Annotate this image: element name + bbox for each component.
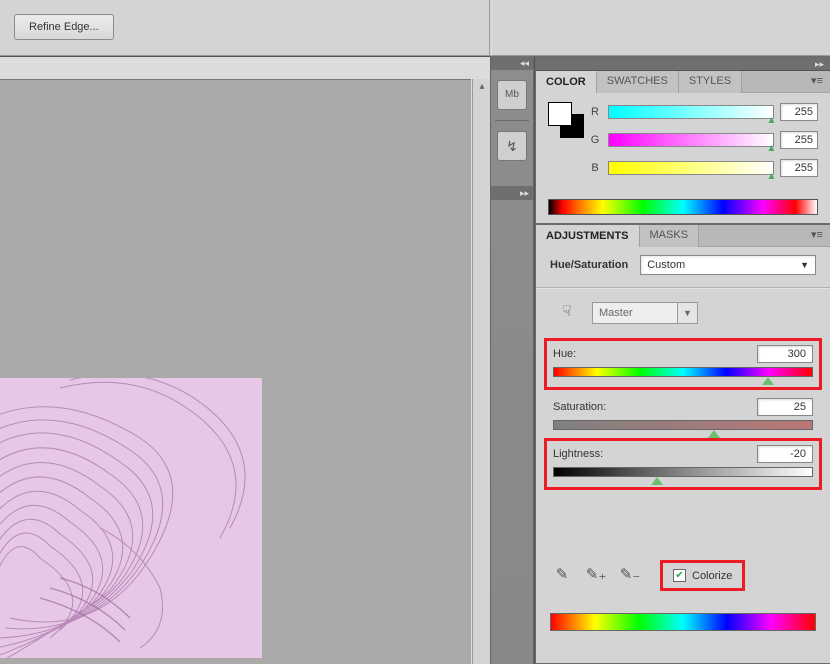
dock-separator bbox=[495, 120, 529, 121]
collapsed-dock: ◂◂ Mb ↯ ▸▸ bbox=[490, 56, 534, 664]
option-bar: Refine Edge... bbox=[0, 0, 830, 56]
tab-styles[interactable]: STYLES bbox=[679, 71, 742, 93]
green-row: G ▲ 255 bbox=[588, 129, 818, 151]
vertical-scrollbar[interactable]: ▴ bbox=[472, 79, 490, 664]
blue-input[interactable]: 255 bbox=[780, 159, 818, 177]
tab-swatches[interactable]: SWATCHES bbox=[597, 71, 679, 93]
color-panel-body: R ▲ 255 G ▲ 255 B ▲ 255 bbox=[536, 93, 830, 195]
dock-icon-mb[interactable]: Mb bbox=[497, 80, 527, 110]
green-slider[interactable]: ▲ bbox=[608, 133, 774, 147]
color-panel: ▸▸ COLOR SWATCHES STYLES ▾≡ R ▲ 255 G ▲ … bbox=[535, 56, 830, 224]
separator bbox=[536, 287, 830, 288]
eyedropper-row: ✎ ✎₊ ✎₋ ✔ Colorize bbox=[550, 560, 816, 591]
saturation-thumb[interactable] bbox=[708, 430, 720, 438]
lightness-group: Lightness: -20 bbox=[544, 438, 822, 490]
lightness-label: Lightness: bbox=[553, 448, 603, 460]
channel-range-select[interactable]: Master bbox=[592, 302, 678, 324]
panel-collapse-arrow[interactable]: ▸▸ bbox=[536, 57, 830, 71]
preset-value: Custom bbox=[647, 259, 685, 271]
blue-row: B ▲ 255 bbox=[588, 157, 818, 179]
panel-column: ▸▸ COLOR SWATCHES STYLES ▾≡ R ▲ 255 G ▲ … bbox=[534, 56, 830, 664]
dock-icon-history[interactable]: ↯ bbox=[497, 131, 527, 161]
chevron-down-icon: ▼ bbox=[800, 260, 809, 270]
adjustment-type-label: Hue/Saturation bbox=[550, 259, 628, 271]
hue-label: Hue: bbox=[553, 348, 576, 360]
red-label: R bbox=[588, 106, 602, 118]
colorize-checkbox[interactable]: ✔ bbox=[673, 569, 686, 582]
eyedropper-subtract-icon[interactable]: ✎₋ bbox=[618, 565, 642, 587]
tab-color[interactable]: COLOR bbox=[536, 71, 597, 93]
foreground-background-swatches[interactable] bbox=[548, 102, 572, 126]
panel-menu-icon[interactable]: ▾≡ bbox=[808, 228, 826, 242]
red-input[interactable]: 255 bbox=[780, 103, 818, 121]
adjustments-panel-tabs: ADJUSTMENTS MASKS ▾≡ bbox=[536, 225, 830, 247]
saturation-slider[interactable] bbox=[553, 420, 813, 430]
color-spectrum-ramp[interactable] bbox=[548, 199, 818, 215]
refine-edge-button[interactable]: Refine Edge... bbox=[14, 14, 114, 40]
hue-group: Hue: 300 bbox=[544, 338, 822, 390]
red-slider[interactable]: ▲ bbox=[608, 105, 774, 119]
panel-menu-icon[interactable]: ▾≡ bbox=[808, 74, 826, 88]
hue-input[interactable]: 300 bbox=[757, 345, 813, 363]
chevron-down-icon[interactable]: ▼ bbox=[678, 302, 698, 324]
lightness-input[interactable]: -20 bbox=[757, 445, 813, 463]
saturation-label: Saturation: bbox=[553, 401, 606, 413]
dock-expand-arrow[interactable]: ◂◂ bbox=[491, 56, 533, 70]
saturation-input[interactable]: 25 bbox=[757, 398, 813, 416]
artwork-svg bbox=[0, 378, 262, 658]
blue-slider[interactable]: ▲ bbox=[608, 161, 774, 175]
lightness-thumb[interactable] bbox=[651, 477, 663, 485]
red-row: R ▲ 255 bbox=[588, 101, 818, 123]
saturation-group: Saturation: 25 bbox=[550, 398, 816, 430]
canvas-background bbox=[0, 79, 471, 664]
option-bar-left: Refine Edge... bbox=[0, 0, 490, 56]
green-input[interactable]: 255 bbox=[780, 131, 818, 149]
adjustments-body: Hue/Saturation Custom ▼ ☟ Master ▼ Hue: … bbox=[536, 247, 830, 645]
foreground-swatch[interactable] bbox=[548, 102, 572, 126]
option-bar-right bbox=[491, 0, 830, 56]
tab-adjustments[interactable]: ADJUSTMENTS bbox=[536, 225, 640, 247]
hue-slider[interactable] bbox=[553, 367, 813, 377]
image-preview[interactable] bbox=[0, 378, 262, 658]
hue-spectrum-bar bbox=[550, 613, 816, 631]
preset-dropdown[interactable]: Custom ▼ bbox=[640, 255, 816, 275]
dock-expand-arrow-2[interactable]: ▸▸ bbox=[491, 186, 533, 200]
tab-masks[interactable]: MASKS bbox=[640, 225, 700, 247]
hue-thumb[interactable] bbox=[762, 377, 774, 385]
colorize-group: ✔ Colorize bbox=[660, 560, 745, 591]
lightness-slider[interactable] bbox=[553, 467, 813, 477]
document-area: ▴ bbox=[0, 56, 490, 664]
targeted-adjust-icon[interactable]: ☟ bbox=[556, 302, 578, 324]
colorize-label: Colorize bbox=[692, 570, 732, 582]
eyedropper-add-icon[interactable]: ✎₊ bbox=[584, 565, 608, 587]
scroll-up-arrow[interactable]: ▴ bbox=[476, 81, 488, 93]
color-panel-tabs: COLOR SWATCHES STYLES ▾≡ bbox=[536, 71, 830, 93]
green-label: G bbox=[588, 134, 602, 146]
adjustments-panel: ADJUSTMENTS MASKS ▾≡ Hue/Saturation Cust… bbox=[535, 224, 830, 664]
blue-label: B bbox=[588, 162, 602, 174]
eyedropper-icon[interactable]: ✎ bbox=[550, 565, 574, 587]
